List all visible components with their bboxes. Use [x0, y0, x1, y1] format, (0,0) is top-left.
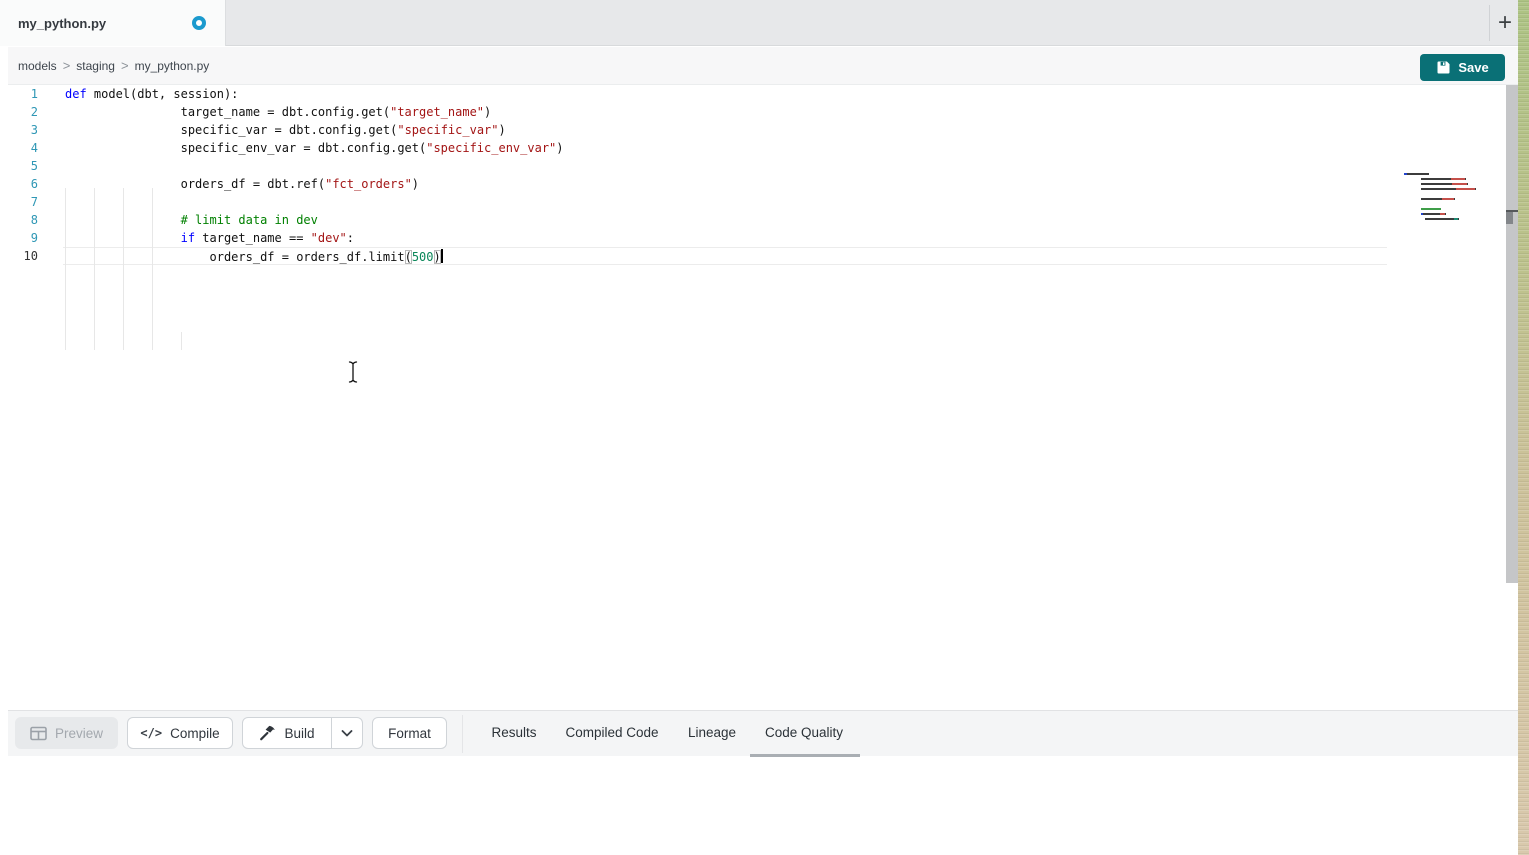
save-button[interactable]: Save — [1420, 54, 1505, 81]
indent-guide — [181, 332, 182, 350]
line-number: 4 — [0, 139, 38, 157]
code-line[interactable]: orders_df = dbt.ref("fct_orders") — [63, 175, 1387, 193]
divider — [1489, 5, 1490, 41]
code-line[interactable]: def model(dbt, session): — [63, 85, 1387, 103]
bottom-toolbar: Preview </> Compile Build Format — [8, 710, 1518, 756]
tab-code-quality[interactable]: Code Quality — [748, 717, 860, 749]
code-line[interactable]: target_name = dbt.config.get("target_nam… — [63, 103, 1387, 121]
new-tab-button[interactable]: + — [1492, 6, 1518, 40]
breadcrumb-file[interactable]: my_python.py — [135, 59, 210, 73]
code-line[interactable]: if target_name == "dev": — [63, 229, 1387, 247]
line-number: 8 — [0, 211, 38, 229]
indent-guide — [123, 188, 124, 350]
compile-button-label: Compile — [170, 726, 220, 741]
build-dropdown-button[interactable] — [331, 718, 362, 748]
code-line[interactable]: orders_df = orders_df.limit(500) — [63, 247, 1387, 265]
chevron-down-icon — [341, 730, 353, 737]
tab-results[interactable]: Results — [480, 717, 548, 749]
save-button-label: Save — [1458, 60, 1488, 75]
breadcrumb-bar: models > staging > my_python.py — [8, 47, 1518, 85]
breadcrumb-models[interactable]: models — [18, 59, 57, 73]
divider — [462, 715, 463, 753]
tab-compiled-code[interactable]: Compiled Code — [560, 717, 664, 749]
code-icon: </> — [140, 726, 162, 740]
line-number: 1 — [0, 85, 38, 103]
indent-guide — [152, 188, 153, 350]
build-split-button: Build — [242, 717, 363, 749]
hammer-icon — [259, 725, 276, 741]
tab-lineage[interactable]: Lineage — [680, 717, 744, 749]
line-number: 2 — [0, 103, 38, 121]
chevron-right-icon: > — [63, 58, 71, 73]
floppy-disk-icon — [1436, 60, 1451, 75]
tab-strip: my_python.py + — [0, 0, 1518, 46]
editor-scrollbar[interactable] — [1506, 85, 1518, 583]
build-button-label: Build — [284, 726, 314, 741]
line-number: 9 — [0, 229, 38, 247]
unsaved-changes-dot-icon — [192, 16, 206, 30]
code-line[interactable] — [63, 157, 1387, 175]
build-button[interactable]: Build — [243, 718, 331, 748]
gutter: 12345678910 — [0, 85, 38, 265]
code-line[interactable] — [63, 193, 1387, 211]
code-area[interactable]: def model(dbt, session): target_name = d… — [63, 85, 1387, 265]
chevron-right-icon: > — [121, 58, 129, 73]
code-line[interactable]: # limit data in dev — [63, 211, 1387, 229]
preview-button-label: Preview — [55, 726, 103, 741]
code-line[interactable]: specific_var = dbt.config.get("specific_… — [63, 121, 1387, 139]
table-icon — [30, 726, 47, 741]
code-editor[interactable]: 12345678910 def model(dbt, session): tar… — [0, 85, 1518, 706]
text-ibeam-cursor-pointer — [346, 360, 360, 389]
line-number: 10 — [0, 247, 38, 265]
file-tab-my-python[interactable]: my_python.py — [0, 0, 226, 46]
overview-ruler-cursor-marker — [1506, 212, 1513, 224]
code-line[interactable]: specific_env_var = dbt.config.get("speci… — [63, 139, 1387, 157]
compile-button[interactable]: </> Compile — [127, 717, 233, 749]
line-number: 5 — [0, 157, 38, 175]
indent-guide — [94, 188, 95, 350]
preview-button[interactable]: Preview — [15, 717, 118, 749]
results-panel — [0, 757, 1518, 855]
indent-guide — [65, 188, 66, 350]
breadcrumb-staging[interactable]: staging — [76, 59, 115, 73]
format-button-label: Format — [388, 726, 431, 741]
line-number: 3 — [0, 121, 38, 139]
minimap[interactable] — [1404, 173, 1464, 223]
ide-window: my_python.py + models > staging > my_pyt… — [0, 0, 1529, 855]
line-number: 7 — [0, 193, 38, 211]
format-button[interactable]: Format — [372, 717, 447, 749]
desktop-edge-strip — [1518, 0, 1529, 855]
line-number: 6 — [0, 175, 38, 193]
file-tab-title: my_python.py — [18, 16, 106, 31]
